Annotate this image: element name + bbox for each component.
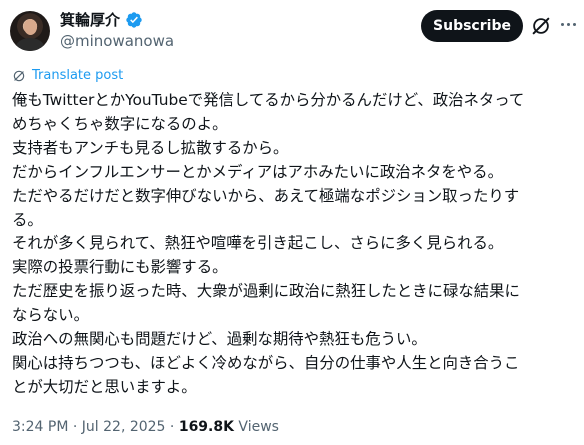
author-name-row[interactable]: 箕輪厚介 xyxy=(60,10,143,30)
more-icon[interactable] xyxy=(557,13,579,35)
avatar-face xyxy=(24,19,37,35)
post-text-line: だからインフルエンサーとかメディアはアホみたいに政治ネタをやる。 xyxy=(12,162,503,181)
verified-badge-icon xyxy=(126,12,142,28)
translate-post-link[interactable]: Translate post xyxy=(12,68,123,84)
post-text-line: 政治への無関心も問題だけど、過剰な期待や熱狂も危うい。 xyxy=(12,330,427,349)
post-time[interactable]: 3:24 PM xyxy=(12,419,68,435)
post-text-line: それが多く見られて、熱狂や喧嘩を引き起こし、さらに多く見られる。 xyxy=(12,234,504,253)
more-dot xyxy=(572,22,576,26)
post-header: 箕輪厚介 @minowanowa Subscribe xyxy=(0,0,584,62)
post-text-line: とが大切だと思いますよ。 xyxy=(12,377,197,396)
more-dot xyxy=(566,22,570,26)
post-text-line: ならない。 xyxy=(12,306,89,325)
subscribe-button[interactable]: Subscribe xyxy=(421,10,523,42)
meta-separator: · xyxy=(169,419,175,435)
translate-post-label[interactable]: Translate post xyxy=(32,68,123,84)
post-text-line: ただ歴史を振り返った時、大衆が過剰に政治に熱狂したときに碌な結果に xyxy=(12,282,520,301)
post-meta: 3:24 PM · Jul 22, 2025 · 169.8K Views xyxy=(12,418,279,436)
meta-separator: · xyxy=(72,419,78,435)
more-dot xyxy=(560,22,564,26)
views-label: Views xyxy=(238,419,279,435)
post-text: 俺もTwitterとかYouTubeで発信してるから分かるんだけど、政治ネタって… xyxy=(12,89,580,400)
post-text-line: めちゃくちゃ数字になるのよ。 xyxy=(12,114,228,133)
grok-icon[interactable] xyxy=(530,15,552,37)
avatar-shirt xyxy=(16,38,44,51)
post-text-line: る。 xyxy=(12,210,43,229)
post-text-line: ただやるだけだと数字伸びないから、あえて極端なポジション取ったりす xyxy=(12,186,520,205)
translate-icon xyxy=(13,70,25,82)
views-count[interactable]: 169.8K xyxy=(179,419,234,435)
post-text-line: 俺もTwitterとかYouTubeで発信してるから分かるんだけど、政治ネタって xyxy=(12,91,525,109)
author-display-name[interactable]: 箕輪厚介 xyxy=(60,10,120,30)
post-text-line: 実際の投票行動にも影響する。 xyxy=(12,258,228,277)
avatar[interactable] xyxy=(10,11,50,51)
post-date[interactable]: Jul 22, 2025 xyxy=(82,419,166,435)
post-text-line: 支持者もアンチも見るし拡散するから。 xyxy=(12,138,289,157)
author-handle[interactable]: @minowanowa xyxy=(60,31,174,51)
post-text-line: 関心は持ちつつも、ほどよく冷めながら、自分の仕事や人生と向き合うこ xyxy=(12,353,520,372)
